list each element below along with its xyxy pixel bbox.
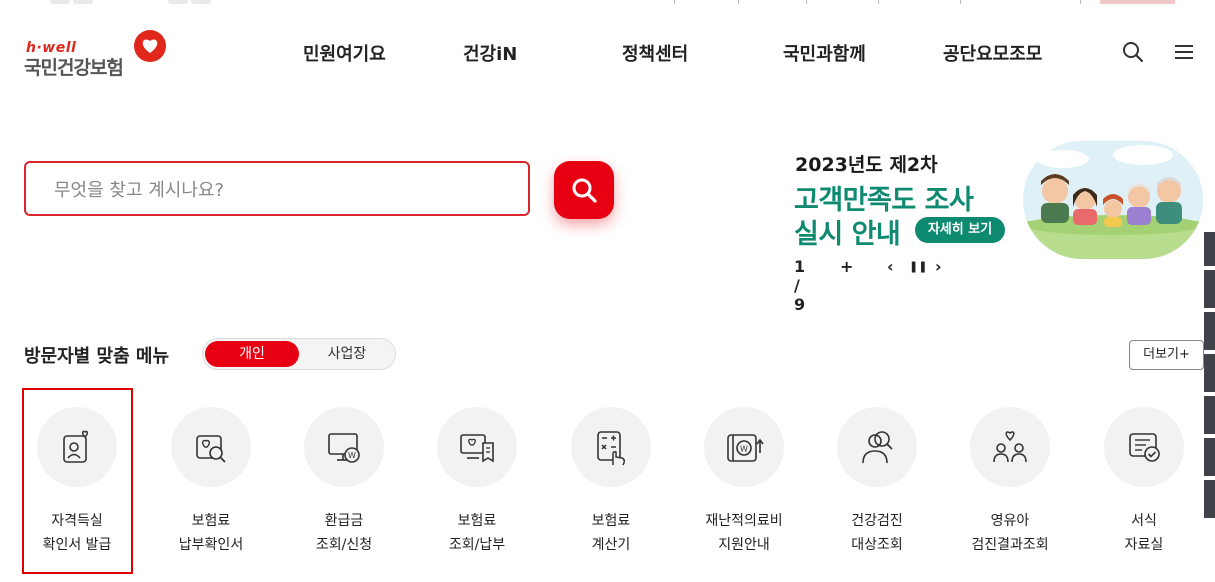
menu-label: 서식 자료실 — [1089, 509, 1199, 557]
logo-name: 국민건강보험 — [24, 57, 124, 79]
utility-button[interactable] — [73, 0, 93, 4]
more-button[interactable]: 더보기+ — [1129, 340, 1204, 370]
quick-menu-item[interactable] — [1204, 232, 1215, 266]
person-search-icon — [862, 431, 893, 464]
menu-label: 영유아 검진결과조회 — [955, 509, 1065, 557]
heart-logo-icon — [134, 30, 166, 62]
tab-individual[interactable]: 개인 — [205, 341, 299, 367]
search-icon — [572, 178, 597, 203]
menu-label: 보험료 계산기 — [556, 509, 666, 557]
utility-divider — [960, 0, 961, 4]
quick-menu-item[interactable] — [1204, 480, 1215, 518]
utility-button[interactable] — [50, 0, 70, 4]
menu-label-line1: 건강검진 — [851, 513, 903, 529]
menu-label-line1: 영유아 — [990, 513, 1030, 529]
banner-add-button[interactable]: + — [840, 257, 853, 276]
search-icon[interactable] — [1121, 40, 1145, 64]
banner-family-illustration[interactable] — [1023, 141, 1203, 259]
svg-text:W: W — [740, 445, 748, 454]
monitor-receipt-icon — [460, 434, 494, 463]
menu-label-line2: 조회/납부 — [448, 537, 506, 553]
quick-menu-item[interactable] — [1204, 270, 1215, 308]
monitor-won-icon: W — [328, 433, 360, 463]
menu-item-premium-calculator[interactable]: 보험료 계산기 — [556, 407, 666, 567]
nav-item-civil[interactable]: 민원여기요 — [303, 40, 386, 66]
menu-icon-bg — [571, 407, 651, 487]
quick-menu-item[interactable] — [1204, 354, 1215, 392]
selection-highlight — [22, 388, 133, 574]
menu-label-line2: 대상조회 — [851, 537, 903, 553]
menu-label-line1: 재난적의료비 — [705, 513, 783, 529]
utility-button[interactable] — [168, 0, 188, 4]
top-utility-bar — [0, 0, 1215, 8]
menu-icon-bg — [970, 407, 1050, 487]
menu-item-form-library[interactable]: 서식 자료실 — [1089, 407, 1199, 567]
utility-divider — [1080, 0, 1081, 4]
menu-icon-bg — [437, 407, 517, 487]
banner-pause-button[interactable]: ❚❚ — [909, 260, 927, 273]
nav-item-health[interactable]: 건강iN — [463, 40, 517, 66]
menu-item-premium-payment[interactable]: 보험료 조회/납부 — [422, 407, 532, 567]
menu-icon-bg — [171, 407, 251, 487]
menu-label-line2: 조회/신청 — [315, 537, 373, 553]
utility-divider — [878, 0, 879, 4]
menu-label-line2: 자료실 — [1124, 537, 1164, 553]
menu-label-line1: 보험료 — [457, 513, 497, 529]
menu-item-catastrophic-medical-support[interactable]: W 재난적의료비 지원안내 — [689, 407, 799, 567]
menu-icon-bg: W — [704, 407, 784, 487]
menu-label: 보험료 조회/납부 — [422, 509, 532, 557]
menu-item-payment-confirmation[interactable]: 보험료 납부확인서 — [156, 407, 266, 567]
family-heart-icon — [993, 431, 1027, 463]
section-title: 방문자별 맞춤 메뉴 — [24, 346, 170, 367]
nav-item-about[interactable]: 공단요모조모 — [943, 40, 1042, 66]
menu-item-health-checkup-target[interactable]: 건강검진 대상조회 — [822, 407, 932, 567]
visitor-type-toggle: 개인 사업장 — [202, 338, 396, 370]
site-logo[interactable]: h·well 국민건강보험 — [24, 30, 169, 79]
nav-item-public[interactable]: 국민과함께 — [783, 40, 866, 66]
search-box — [24, 161, 530, 216]
menu-label-line1: 보험료 — [191, 513, 231, 529]
quick-menu-item[interactable] — [1204, 312, 1215, 350]
document-search-icon — [196, 435, 226, 463]
tab-business[interactable]: 사업장 — [301, 341, 393, 367]
menu-icon-bg — [1104, 407, 1184, 487]
banner-next-button[interactable]: › — [935, 257, 942, 276]
banner-prev-button[interactable]: ‹ — [887, 257, 894, 276]
menu-label: 재난적의료비 지원안내 — [689, 509, 799, 557]
menu-icon-bg: W — [304, 407, 384, 487]
utility-divider — [738, 0, 739, 4]
calculator-icon — [597, 431, 625, 466]
card-won-icon: W — [727, 434, 764, 462]
quick-menu-item[interactable] — [1204, 396, 1215, 434]
nav-item-policy[interactable]: 정책센터 — [622, 40, 688, 66]
menu-item-refund-inquiry[interactable]: W 환급금 조회/신청 — [289, 407, 399, 567]
menu-label-line2: 검진결과조회 — [971, 537, 1049, 553]
banner-subtitle: 2023년도 제2차 — [795, 154, 938, 176]
menu-label-line1: 서식 — [1131, 513, 1157, 529]
menu-item-infant-checkup-result[interactable]: 영유아 검진결과조회 — [955, 407, 1065, 567]
utility-divider — [806, 0, 807, 4]
svg-text:W: W — [348, 451, 356, 460]
menu-label-line1: 환급금 — [324, 513, 364, 529]
utility-link-highlight[interactable] — [1100, 0, 1175, 4]
menu-label-line1: 보험료 — [591, 513, 631, 529]
menu-label: 보험료 납부확인서 — [156, 509, 266, 557]
menu-label: 환급금 조회/신청 — [289, 509, 399, 557]
menu-label-line2: 계산기 — [591, 537, 631, 553]
menu-label-line2: 지원안내 — [718, 537, 770, 553]
menu-icon-bg — [837, 407, 917, 487]
banner-detail-button[interactable]: 자세히 보기 — [915, 217, 1005, 243]
banner-page-indicator: 1 / 9 — [794, 257, 806, 314]
quick-menu-item[interactable] — [1204, 438, 1215, 476]
form-check-icon — [1129, 433, 1160, 462]
banner-title-2: 실시 안내 — [794, 219, 901, 250]
menu-label: 건강검진 대상조회 — [822, 509, 932, 557]
utility-button[interactable] — [191, 0, 211, 4]
menu-label-line2: 납부확인서 — [178, 537, 244, 553]
search-input[interactable] — [52, 175, 496, 205]
search-button[interactable] — [554, 161, 614, 219]
utility-divider — [674, 0, 675, 4]
hamburger-menu-icon[interactable] — [1172, 40, 1196, 64]
